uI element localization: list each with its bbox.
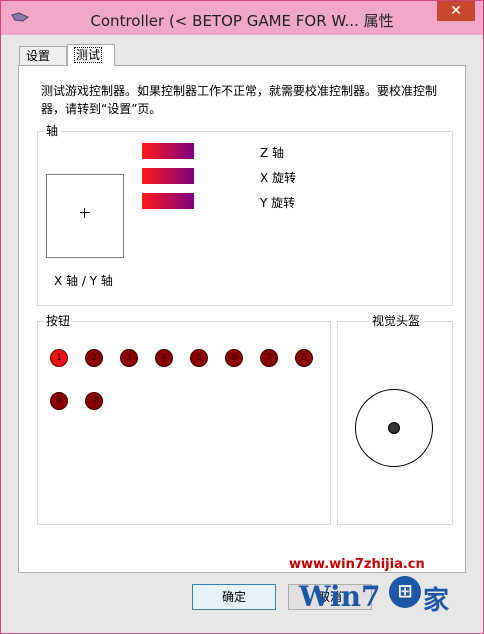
button-indicator-3: 3 bbox=[120, 349, 138, 367]
ok-button[interactable]: 确定 bbox=[192, 584, 276, 610]
properties-window: Controller (< BETOP GAME FOR W... 属性 ✕ 设… bbox=[0, 0, 484, 634]
x-rotation-bar bbox=[142, 168, 194, 184]
button-indicator-7: 7 bbox=[260, 349, 278, 367]
tab-settings[interactable]: 设置 bbox=[19, 46, 67, 65]
button-indicator-1: 1 bbox=[50, 349, 68, 367]
close-button[interactable]: ✕ bbox=[437, 1, 475, 21]
windows-logo-icon: ⊞ bbox=[389, 576, 421, 608]
title-bar[interactable]: Controller (< BETOP GAME FOR W... 属性 ✕ bbox=[1, 1, 483, 35]
pov-hat-circle bbox=[355, 389, 433, 467]
watermark-brand: Win7 bbox=[299, 580, 381, 613]
z-axis-bar bbox=[142, 143, 194, 159]
pov-hat-group: 视觉头盔 bbox=[337, 314, 453, 525]
pov-hat-group-label: 视觉头盔 bbox=[370, 314, 423, 328]
xy-axis-box bbox=[46, 174, 124, 258]
buttons-group-label: 按钮 bbox=[44, 314, 73, 328]
tab-settings-label: 设置 bbox=[26, 49, 51, 63]
button-indicator-6: 6 bbox=[225, 349, 243, 367]
button-indicator-10: 10 bbox=[85, 392, 103, 410]
pov-hat-indicator bbox=[388, 422, 400, 434]
crosshair-icon bbox=[80, 208, 90, 218]
axes-group-label: 轴 bbox=[44, 124, 61, 138]
z-axis-label: Z 轴 bbox=[260, 146, 285, 160]
y-rotation-label: Y 旋转 bbox=[260, 196, 296, 210]
watermark-home: 家 bbox=[423, 586, 450, 616]
buttons-group: 按钮 1 2 3 4 5 6 7 8 9 10 bbox=[37, 314, 331, 525]
watermark-url: www.win7zhijia.cn bbox=[289, 557, 425, 572]
button-indicator-9: 9 bbox=[50, 392, 68, 410]
y-rotation-bar bbox=[142, 193, 194, 209]
axes-group: 轴 X 轴 / Y 轴 Z 轴 X 旋转 Y 旋转 bbox=[37, 124, 453, 306]
button-indicator-2: 2 bbox=[85, 349, 103, 367]
test-panel: 测试游戏控制器。如果控制器工作不正常，就需要校准控制器。要校准控制器，请转到“设… bbox=[18, 65, 466, 573]
window-title: Controller (< BETOP GAME FOR W... 属性 bbox=[90, 12, 394, 30]
watermark-logo: Win7 ⊞ 家 bbox=[297, 576, 465, 616]
tab-test-label: 测试 bbox=[74, 47, 103, 63]
xy-axis-label: X 轴 / Y 轴 bbox=[54, 274, 113, 288]
x-rotation-label: X 旋转 bbox=[260, 171, 297, 185]
button-indicator-4: 4 bbox=[155, 349, 173, 367]
tab-test[interactable]: 测试 bbox=[67, 44, 115, 66]
button-indicator-5: 5 bbox=[190, 349, 208, 367]
intro-text: 测试游戏控制器。如果控制器工作不正常，就需要校准控制器。要校准控制器，请转到“设… bbox=[41, 84, 438, 116]
button-indicator-8: 8 bbox=[295, 349, 313, 367]
